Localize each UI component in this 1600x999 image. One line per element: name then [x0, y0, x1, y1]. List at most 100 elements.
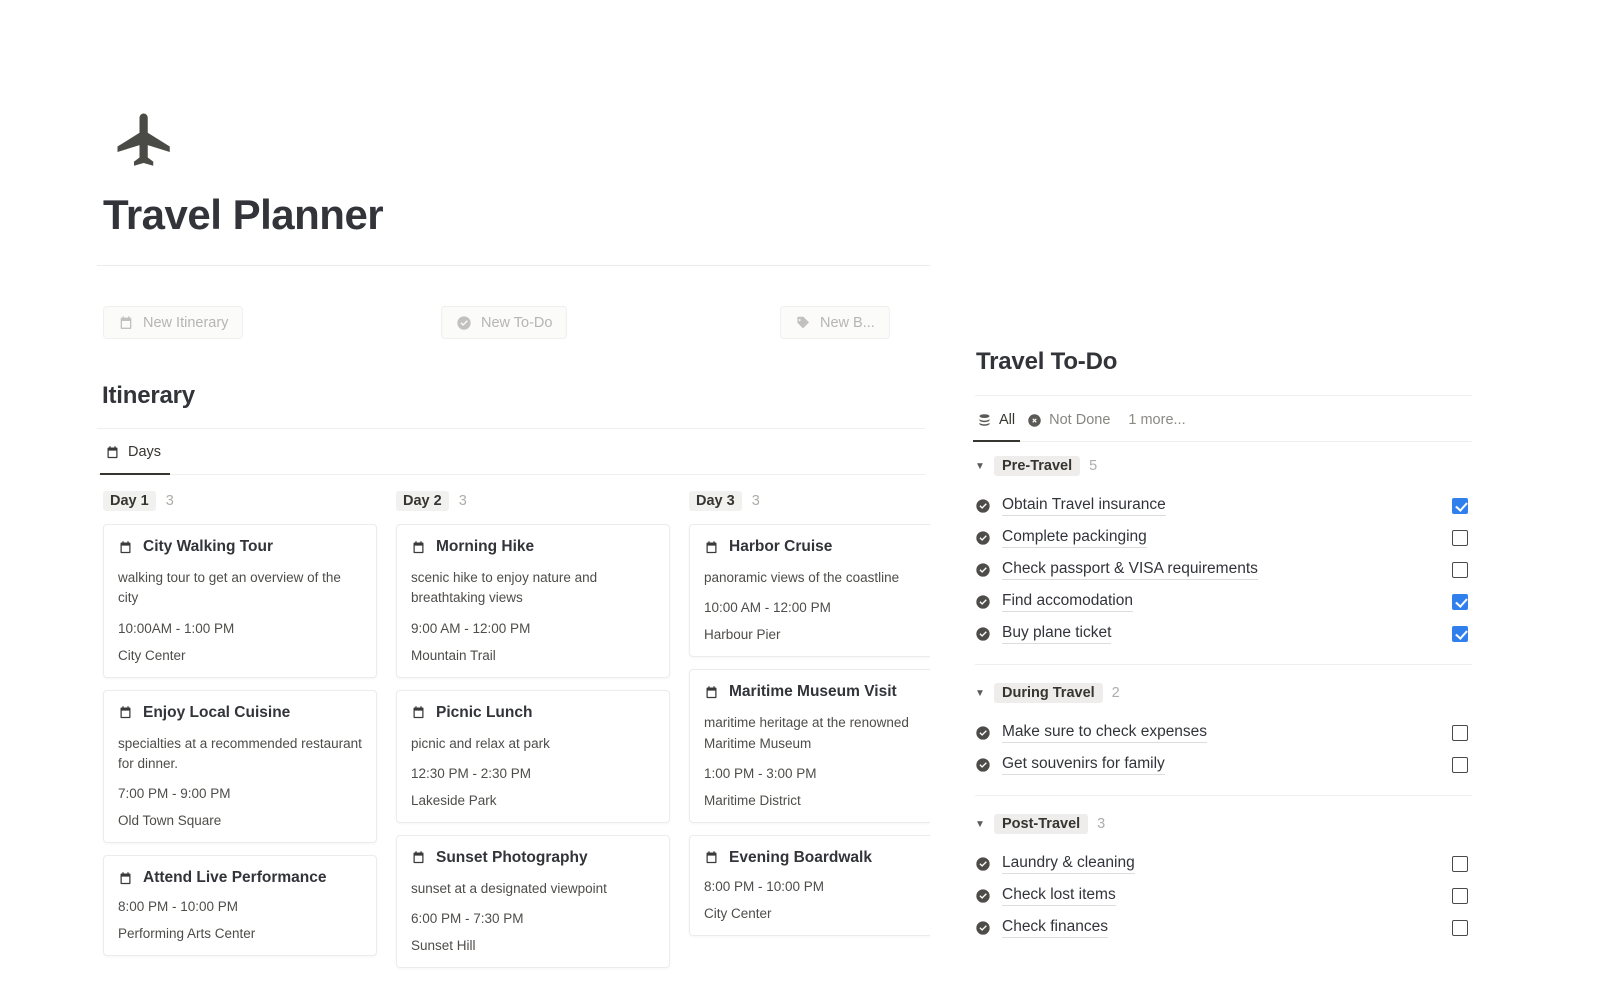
todo-groups: ▼ Pre-Travel 5 Obtain Travel insurance Compl… [975, 452, 1472, 948]
todo-item-label: Find accomodation [1002, 592, 1133, 612]
chevron-down-icon[interactable]: ▼ [975, 819, 985, 830]
todo-item[interactable]: Complete packinging [975, 522, 1472, 554]
todo-divider-bottom [975, 441, 1472, 442]
todo-item[interactable]: Get souvenirs for family [975, 749, 1472, 781]
check-circle-icon [975, 562, 991, 578]
todo-item-label: Make sure to check expenses [1002, 723, 1208, 743]
card-title: Morning Hike [436, 538, 535, 555]
todo-filter-tabs: All Not Done 1 more... [975, 408, 1196, 437]
card-title-row: Attend Live Performance [118, 869, 362, 887]
itinerary-card[interactable]: City Walking Tour walking tour to get an … [103, 524, 377, 678]
itinerary-card[interactable]: Sunset Photography sunset at a designated… [396, 834, 670, 968]
tab-days[interactable]: Days [103, 440, 169, 469]
check-circle-icon [975, 920, 991, 936]
card-location: Maritime District [704, 792, 801, 808]
todo-item-checkbox[interactable] [1452, 856, 1468, 872]
todo-item-label: Check passport & VISA requirements [1002, 560, 1258, 580]
itinerary-card[interactable]: Evening Boardwalk 8:00 PM - 10:00 PM City … [689, 834, 930, 936]
todo-item[interactable]: Make sure to check expenses [975, 717, 1472, 749]
chevron-down-icon[interactable]: ▼ [975, 461, 985, 472]
day-count: 3 [751, 493, 760, 509]
calendar-icon [411, 540, 426, 555]
todo-item-checkbox[interactable] [1452, 498, 1468, 514]
check-circle-icon [975, 757, 991, 773]
calendar-icon [704, 685, 719, 700]
card-location: City Center [704, 905, 772, 921]
todo-group-name[interactable]: Post-Travel [994, 814, 1089, 834]
card-title-row: Sunset Photography [411, 849, 655, 867]
card-title-row: Harbor Cruise [704, 538, 930, 556]
card-title-row: Enjoy Local Cuisine [118, 704, 362, 722]
card-description: maritime heritage at the renowned Mariti… [704, 715, 909, 751]
card-description: picnic and relax at park [411, 735, 550, 751]
day-chip[interactable]: Day 1 [103, 491, 156, 511]
itinerary-tabbar: Days [103, 440, 169, 469]
calendar-icon [704, 850, 719, 865]
card-title-row: Maritime Museum Visit [704, 683, 930, 701]
todo-item-checkbox[interactable] [1452, 725, 1468, 741]
tab-days-active-indicator [100, 473, 170, 475]
todo-item-checkbox[interactable] [1452, 594, 1468, 610]
itinerary-divider-top [97, 428, 925, 429]
calendar-icon [105, 445, 120, 460]
card-time: 10:00AM - 1:00 PM [118, 620, 235, 636]
card-title-row: Morning Hike [411, 538, 655, 556]
itinerary-card[interactable]: Maritime Museum Visit maritime heritage a… [689, 669, 930, 823]
todo-item-checkbox[interactable] [1452, 757, 1468, 773]
todo-group-count: 3 [1097, 816, 1106, 832]
todo-item-checkbox[interactable] [1452, 626, 1468, 642]
check-circle-icon [975, 626, 991, 642]
todo-group-count: 2 [1111, 685, 1120, 701]
itinerary-panel: Itinerary Days Day 1 3 City Walking Tour wa… [0, 0, 930, 999]
card-title: Enjoy Local Cuisine [143, 703, 291, 721]
todo-group-name[interactable]: During Travel [994, 683, 1103, 703]
filter-tab-all-label: All [999, 412, 1016, 428]
filter-tab-all-active-indicator [973, 440, 1020, 442]
filter-tab-all[interactable]: All [975, 408, 1025, 437]
day-count: 3 [165, 493, 174, 509]
todo-item[interactable]: Check lost items [975, 880, 1472, 912]
day-column: Day 2 3 Morning Hike scenic hike to enjoy n… [396, 490, 689, 980]
itinerary-card[interactable]: Attend Live Performance 8:00 PM - 10:00 P… [103, 855, 377, 956]
card-time: 8:00 PM - 10:00 PM [118, 899, 239, 914]
card-location: City Center [118, 647, 186, 663]
day-chip[interactable]: Day 3 [689, 491, 742, 511]
chevron-down-icon[interactable]: ▼ [975, 688, 985, 699]
todo-item[interactable]: Check passport & VISA requirements [975, 554, 1472, 586]
card-title: City Walking Tour [143, 538, 274, 555]
travel-todo-panel: Travel To-Do All Not Done 1 more... ▼ Pr… [930, 0, 1600, 999]
todo-item[interactable]: Laundry & cleaning [975, 848, 1472, 880]
todo-item-checkbox[interactable] [1452, 888, 1468, 904]
todo-item[interactable]: Obtain Travel insurance [975, 490, 1472, 522]
x-circle-icon [1027, 413, 1042, 428]
card-time: 9:00 AM - 12:00 PM [411, 620, 531, 636]
todo-group: ▼ During Travel 2 Make sure to check expens… [975, 679, 1472, 781]
todo-item[interactable]: Find accomodation [975, 586, 1472, 618]
group-divider [975, 664, 1472, 665]
itinerary-card[interactable]: Picnic Lunch picnic and relax at park 12:3… [396, 689, 670, 823]
check-circle-icon [975, 856, 991, 872]
itinerary-card[interactable]: Morning Hike scenic hike to enjoy nature … [396, 524, 670, 678]
todo-group-header[interactable]: ▼ Post-Travel 3 [975, 810, 1472, 838]
todo-group-header[interactable]: ▼ During Travel 2 [975, 679, 1472, 707]
todo-item[interactable]: Check finances [975, 912, 1472, 944]
card-location: Lakeside Park [411, 792, 497, 808]
check-circle-icon [975, 725, 991, 741]
todo-item-checkbox[interactable] [1452, 562, 1468, 578]
itinerary-card[interactable]: Harbor Cruise panoramic views of the coas… [689, 524, 930, 658]
card-location: Sunset Hill [411, 938, 476, 953]
filter-tab-more[interactable]: 1 more... [1120, 408, 1195, 437]
filter-tab-not-done[interactable]: Not Done [1025, 408, 1120, 437]
todo-item-label: Complete packinging [1002, 528, 1147, 548]
todo-group-header[interactable]: ▼ Pre-Travel 5 [975, 452, 1472, 480]
check-circle-icon [975, 530, 991, 546]
todo-group-name[interactable]: Pre-Travel [994, 456, 1081, 476]
itinerary-card[interactable]: Enjoy Local Cuisine specialties at a reco… [103, 689, 377, 843]
card-location: Performing Arts Center [118, 926, 256, 941]
day-chip[interactable]: Day 2 [396, 491, 449, 511]
day-column-header: Day 1 3 [103, 490, 396, 512]
todo-item-checkbox[interactable] [1452, 530, 1468, 546]
todo-item-checkbox[interactable] [1452, 920, 1468, 936]
card-time: 8:00 PM - 10:00 PM [704, 878, 825, 894]
todo-item[interactable]: Buy plane ticket [975, 618, 1472, 650]
